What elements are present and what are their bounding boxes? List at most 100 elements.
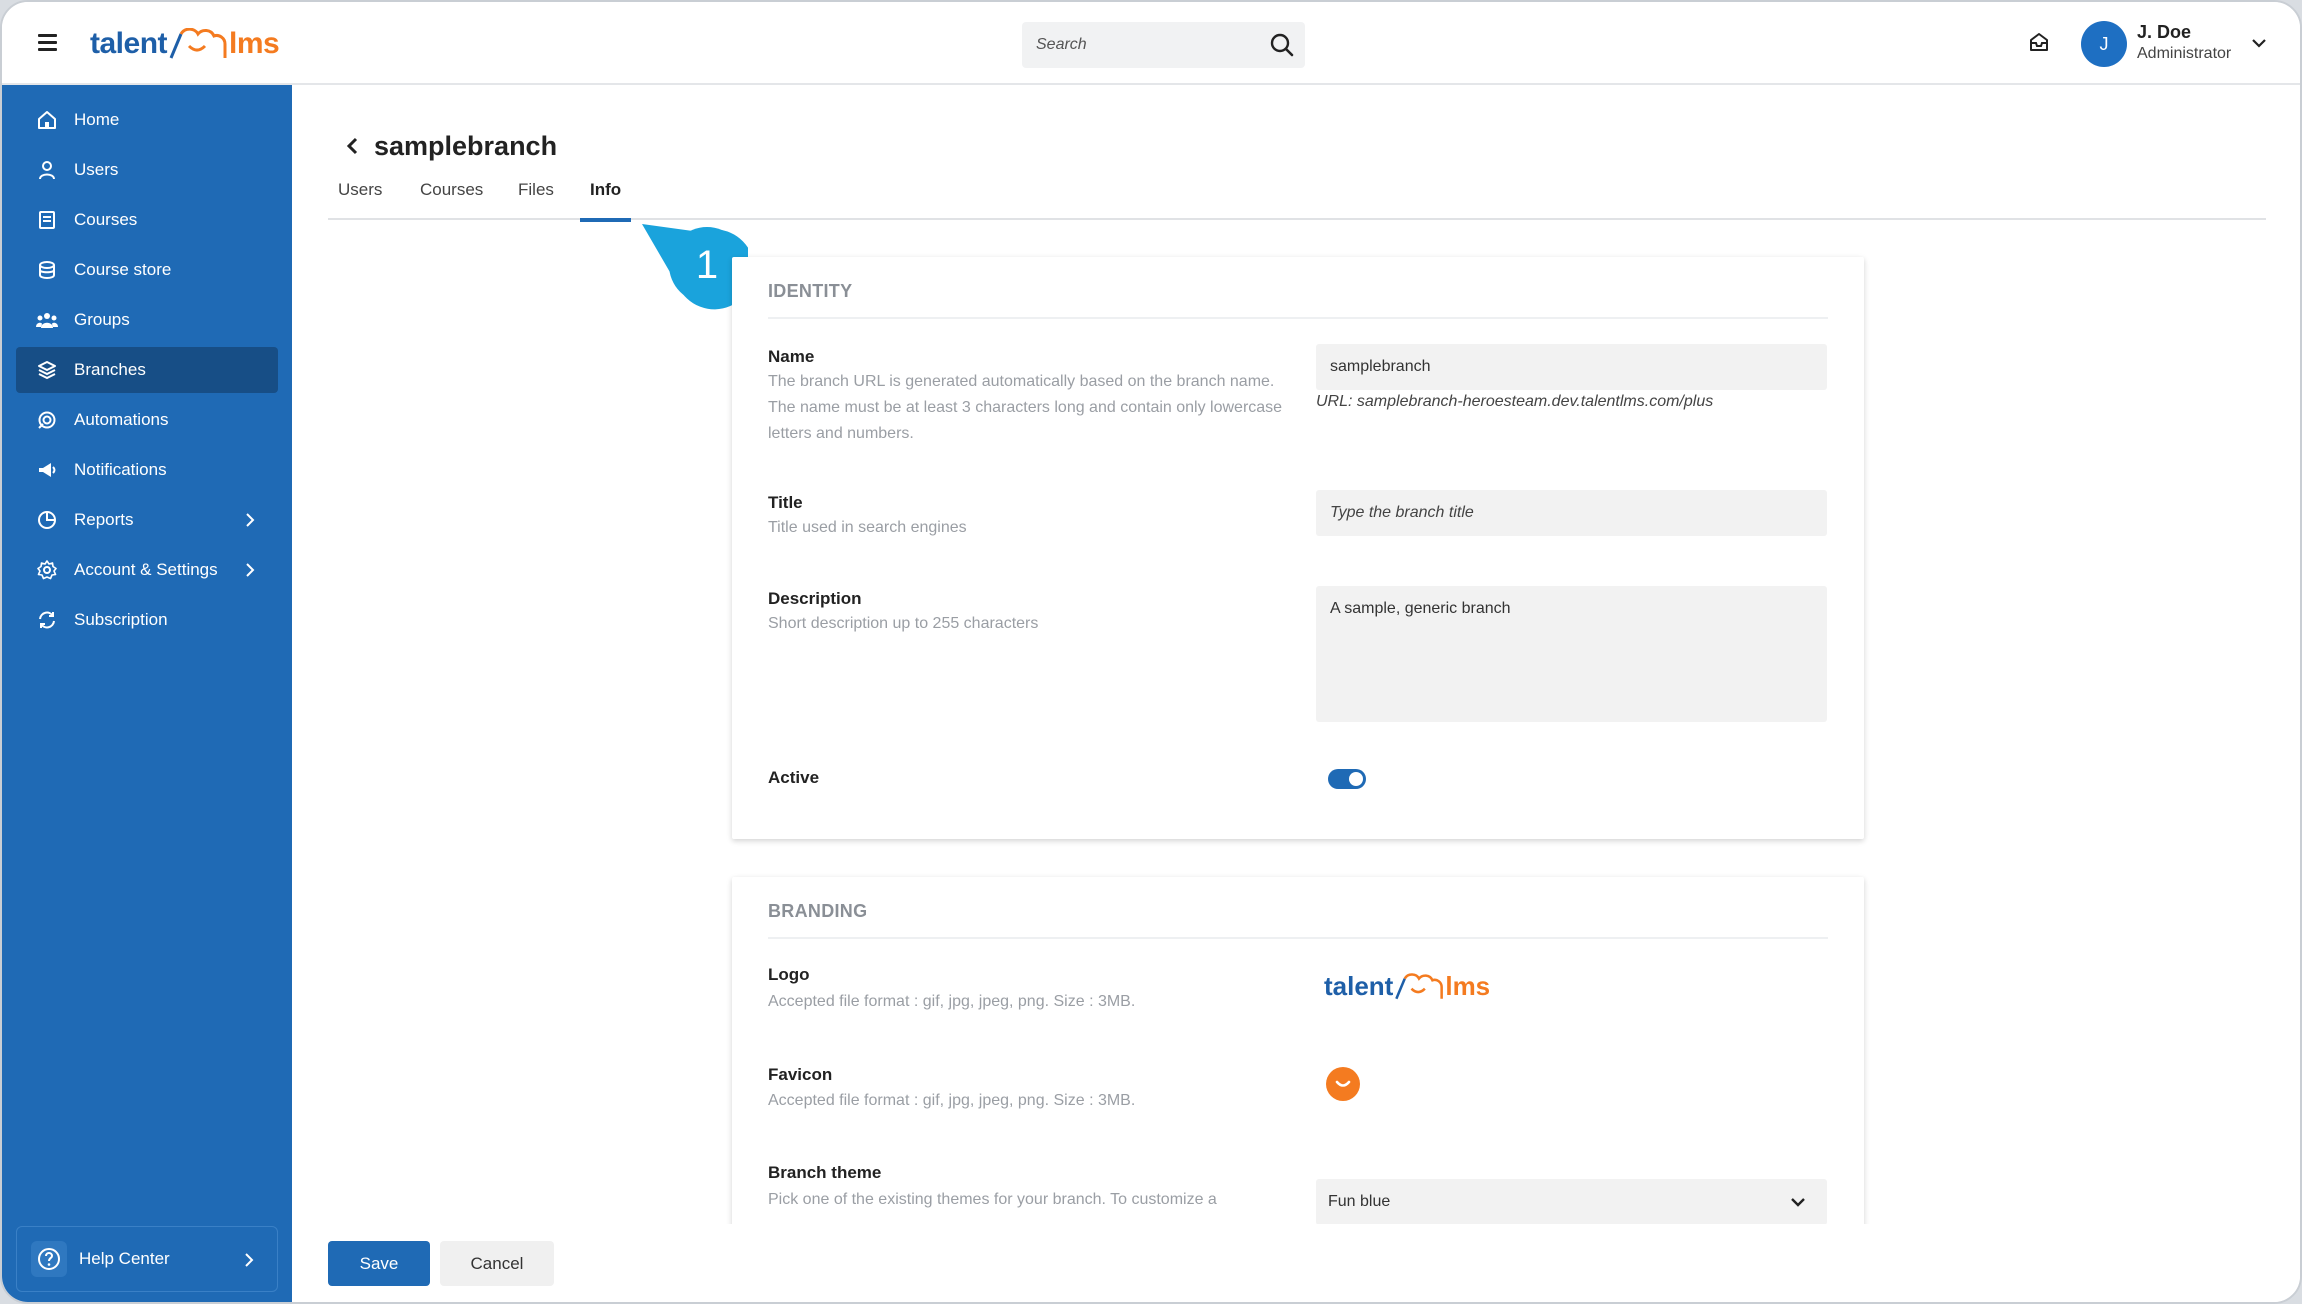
sidebar-item-branches[interactable]: Branches (16, 347, 278, 393)
groups-icon (36, 313, 58, 328)
home-icon (38, 111, 56, 129)
sidebar-item-label: Groups (74, 310, 130, 329)
search-box (1022, 22, 1305, 68)
tab-files[interactable]: Files (508, 180, 564, 220)
section-title: BRANDING (768, 901, 868, 921)
brand-cloud-icon (169, 28, 227, 59)
brand-logo[interactable]: talent lms (90, 22, 280, 66)
sidebar-item-reports[interactable]: Reports (16, 497, 278, 543)
sidebar-item-users[interactable]: Users (16, 147, 278, 193)
active-label: Active (768, 768, 820, 787)
logo-preview[interactable]: talent lms (1324, 971, 1490, 1002)
sidebar-item-label: Subscription (74, 610, 168, 629)
subscription-icon (39, 611, 55, 629)
favicon-label: Favicon (768, 1065, 833, 1084)
theme-select[interactable]: Fun blue (1316, 1179, 1827, 1225)
section-divider (768, 937, 1828, 939)
menu-icon[interactable] (38, 34, 57, 51)
search-input[interactable] (1036, 32, 1256, 58)
sidebar-item-label: Reports (74, 510, 134, 529)
name-help: The branch URL is generated automaticall… (768, 373, 1283, 442)
cancel-button[interactable]: Cancel (440, 1241, 554, 1286)
gear-icon (37, 560, 57, 580)
search-icon[interactable] (1269, 32, 1295, 58)
title-field[interactable] (1316, 490, 1827, 536)
top-bar: talent lms J J. Doe Administrator (2, 2, 2300, 85)
app-window: talent lms J J. Doe Administrator Home U… (0, 0, 2302, 1304)
megaphone-icon (39, 463, 56, 477)
sidebar: Home Users Courses Course store Groups B… (2, 85, 292, 1302)
logo-text-right: lms (1445, 971, 1491, 1001)
toggle-knob (1349, 772, 1363, 786)
book-icon (39, 211, 55, 229)
logo-text-left: talent (1324, 971, 1394, 1001)
page-title: samplebranch (374, 130, 558, 161)
sidebar-item-automations[interactable]: Automations (16, 397, 278, 443)
description-field[interactable]: A sample, generic branch (1316, 586, 1827, 722)
help-center-label: Help Center (79, 1249, 170, 1268)
section-divider (768, 317, 1828, 319)
theme-help: Pick one of the existing themes for your… (768, 1191, 1217, 1208)
sidebar-item-label: Home (74, 110, 120, 129)
sidebar-item-groups[interactable]: Groups (16, 297, 278, 343)
smile-icon (1335, 1080, 1351, 1087)
sidebar-item-subscription[interactable]: Subscription (16, 597, 278, 643)
page-header: samplebranch (342, 129, 557, 163)
title-help: Title used in search engines (768, 519, 967, 536)
sidebar-item-home[interactable]: Home (16, 97, 278, 143)
save-button[interactable]: Save (328, 1241, 430, 1286)
title-label: Title (768, 493, 803, 512)
logo-help: Accepted file format : gif, jpg, jpeg, p… (768, 993, 1136, 1010)
branch-url: URL: samplebranch-heroesteam.dev.talentl… (1316, 393, 1714, 410)
name-field[interactable] (1316, 344, 1827, 390)
sidebar-item-label: Account & Settings (74, 560, 218, 579)
user-name[interactable]: J. Doe (2137, 22, 2191, 43)
help-center-button[interactable]: Help Center (16, 1226, 278, 1292)
favicon-help: Accepted file format : gif, jpg, jpeg, p… (768, 1092, 1136, 1109)
branding-card: BRANDING Logo Accepted file format : gif… (732, 877, 1864, 1237)
active-toggle[interactable] (1328, 769, 1366, 789)
user-icon (39, 161, 55, 180)
tab-bar: Users Courses Files Info (328, 178, 2266, 222)
sidebar-item-label: Courses (74, 210, 138, 229)
sidebar-item-label: Course store (74, 260, 172, 279)
chevron-right-icon (246, 563, 255, 577)
favicon-preview[interactable] (1326, 1067, 1360, 1101)
user-role: Administrator (2137, 45, 2232, 62)
inbox-icon[interactable] (2028, 31, 2050, 53)
sidebar-item-courses[interactable]: Courses (16, 197, 278, 243)
brand-text-right: lms (229, 27, 280, 60)
section-title: IDENTITY (768, 281, 853, 301)
sidebar-item-notifications[interactable]: Notifications (16, 447, 278, 493)
sidebar-item-course-store[interactable]: Course store (16, 247, 278, 293)
form-footer: Save Cancel (292, 1224, 2300, 1302)
tab-info[interactable]: Info (580, 180, 632, 222)
sidebar-item-label: Branches (74, 360, 146, 379)
avatar[interactable]: J (2081, 21, 2127, 67)
identity-card: IDENTITY Name The branch URL is generate… (732, 257, 1864, 839)
name-label: Name (768, 347, 815, 366)
pie-chart-icon (38, 511, 56, 529)
chevron-down-icon[interactable] (2250, 34, 2268, 52)
sidebar-item-label: Notifications (74, 460, 167, 479)
chevron-right-icon (246, 513, 255, 527)
brand-text-left: talent (90, 27, 168, 60)
automations-icon (38, 411, 56, 429)
theme-label: Branch theme (768, 1163, 882, 1182)
description-help: Short description up to 255 characters (768, 615, 1039, 632)
store-icon (39, 261, 55, 279)
logo-label: Logo (768, 965, 810, 984)
layers-icon (38, 361, 56, 380)
description-label: Description (768, 589, 862, 608)
help-icon (38, 1248, 60, 1270)
chevron-down-icon (1791, 1198, 1805, 1207)
chevron-right-icon (245, 1253, 254, 1267)
sidebar-item-account-settings[interactable]: Account & Settings (16, 547, 278, 593)
back-icon[interactable] (342, 135, 364, 157)
theme-value: Fun blue (1328, 1193, 1391, 1210)
logo-cloud-icon (1395, 972, 1444, 999)
sidebar-item-label: Users (74, 160, 119, 179)
tab-courses[interactable]: Courses (410, 180, 493, 220)
step-number: 1 (696, 243, 718, 287)
tab-users[interactable]: Users (328, 180, 392, 220)
